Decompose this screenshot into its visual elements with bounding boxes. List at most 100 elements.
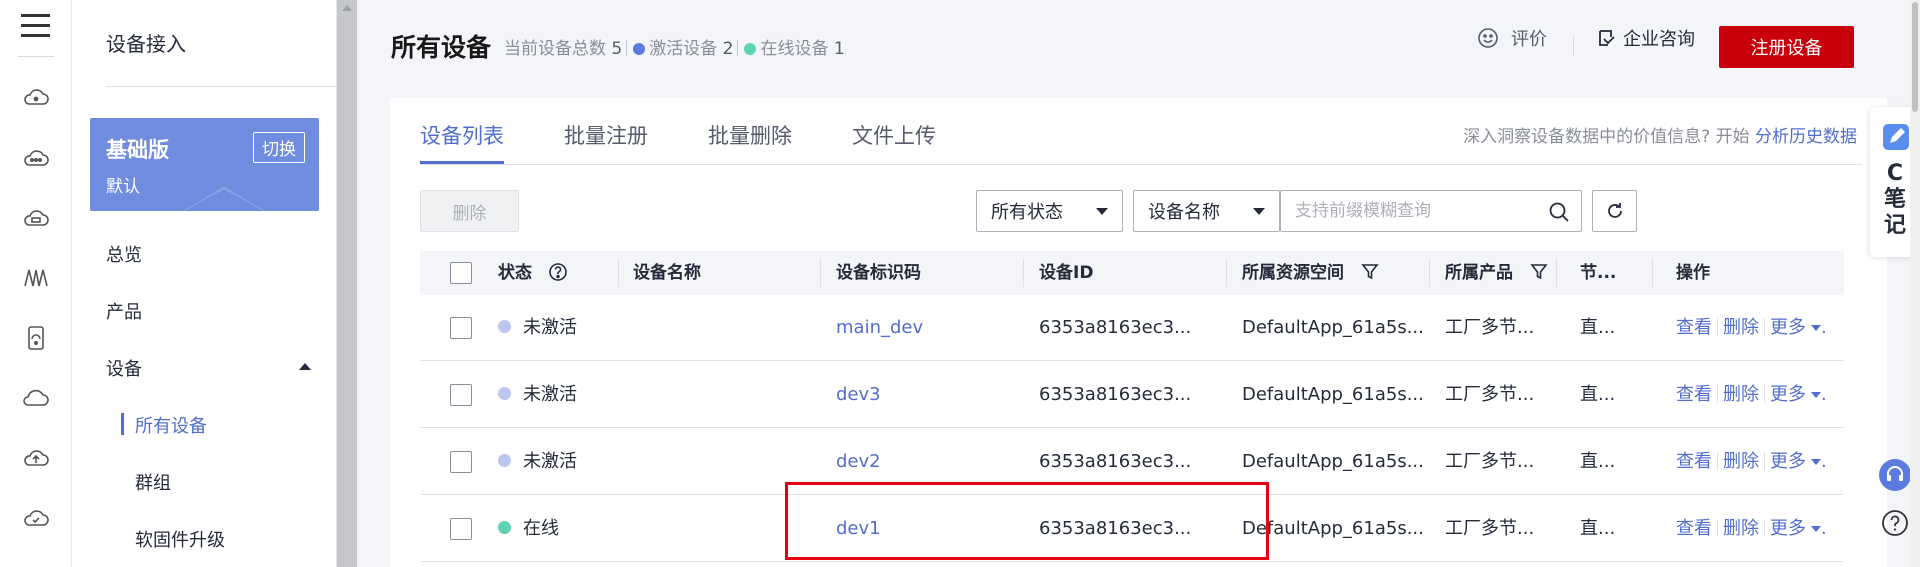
field-select[interactable]: 设备名称 (1133, 190, 1280, 232)
sidebar-item-device[interactable]: 设备 (106, 355, 142, 381)
truncation-dots: . (1821, 451, 1827, 472)
node-id-link[interactable]: dev2 (836, 429, 1016, 495)
sidebar-item-all-devices[interactable]: 所有设备 (121, 412, 207, 438)
sidebar-item-groups[interactable]: 群组 (135, 469, 171, 495)
register-device-button[interactable]: 注册设备 (1719, 26, 1854, 68)
select-all-checkbox[interactable] (450, 262, 472, 284)
more-dropdown[interactable]: 更多. (1770, 518, 1827, 539)
help-icon[interactable] (548, 262, 568, 282)
page-scrollbar-thumb[interactable] (1912, 2, 1918, 112)
insight-text: 深入洞察设备数据中的价值信息? 开始 (1463, 127, 1750, 147)
resource-space-cell: DefaultApp_61a5s... (1242, 384, 1422, 405)
search-input[interactable] (1281, 191, 1531, 231)
summary-divider (626, 40, 628, 56)
wave-icon[interactable] (22, 264, 50, 292)
service-sidebar: 设备接入 基础版 默认 切换 总览 产品 设备 所有设备 群组 软固件升级 (72, 0, 350, 567)
sidebar-item-product[interactable]: 产品 (106, 298, 142, 324)
table-row: 在线 dev1 6353a8163ec3... DefaultApp_61a5s...… (420, 496, 1844, 562)
status-dot (498, 521, 511, 534)
chevron-down-icon (1253, 208, 1265, 215)
more-label: 更多 (1770, 317, 1806, 338)
cloud-box-icon[interactable] (22, 204, 50, 232)
notes-char-2: 记 (1883, 213, 1906, 238)
delete-link[interactable]: 删除 (1723, 384, 1759, 405)
more-dropdown[interactable]: 更多. (1770, 451, 1827, 472)
search-icon[interactable] (1547, 200, 1571, 224)
node-id-link[interactable]: dev3 (836, 362, 1016, 428)
view-link[interactable]: 查看 (1676, 518, 1712, 539)
refresh-icon (1607, 203, 1622, 218)
view-link[interactable]: 查看 (1676, 384, 1712, 405)
menu-icon[interactable] (21, 14, 50, 38)
status-select[interactable]: 所有状态 (976, 190, 1123, 232)
status-dot (498, 454, 511, 467)
cloud-dots-icon[interactable] (22, 144, 50, 172)
row-actions: 查看 删除 更多. (1676, 295, 1827, 361)
row-checkbox[interactable] (450, 384, 472, 406)
more-dropdown[interactable]: 更多. (1770, 317, 1827, 338)
filter-icon[interactable] (1529, 262, 1549, 282)
switch-edition-button[interactable]: 切换 (253, 132, 305, 163)
action-divider (1717, 452, 1718, 470)
cloud-dot-icon[interactable] (22, 84, 50, 112)
truncation-dots: . (1821, 518, 1827, 539)
rate-label: 评价 (1511, 29, 1547, 50)
chevron-up-icon[interactable] (299, 363, 311, 370)
cloud-upload-icon[interactable] (22, 444, 50, 472)
enterprise-consult-link[interactable]: 企业咨询 (1597, 25, 1695, 51)
row-checkbox[interactable] (450, 317, 472, 339)
delete-link[interactable]: 删除 (1723, 451, 1759, 472)
filter-icon[interactable] (1360, 262, 1380, 282)
cloud-check-icon[interactable] (22, 504, 50, 532)
insight-hint: 深入洞察设备数据中的价值信息? 开始 分析历史数据 (1463, 122, 1857, 147)
column-divider (618, 259, 619, 287)
device-icon[interactable] (22, 324, 50, 352)
refresh-button[interactable] (1592, 190, 1637, 232)
row-actions: 查看 删除 更多. (1676, 496, 1827, 562)
tab-file-upload[interactable]: 文件上传 (852, 98, 936, 164)
action-divider (1764, 385, 1765, 403)
rate-link[interactable]: 评价 (1477, 25, 1547, 51)
chevron-down-icon (1096, 208, 1108, 215)
status-dot (498, 320, 511, 333)
resource-space-cell: DefaultApp_61a5s... (1242, 518, 1422, 539)
icon-rail (0, 0, 72, 567)
delete-link[interactable]: 删除 (1723, 518, 1759, 539)
cloud-icon[interactable] (22, 384, 50, 412)
column-header-node-id: 设备标识码 (836, 263, 921, 283)
tab-device-list[interactable]: 设备列表 (420, 98, 504, 164)
view-link[interactable]: 查看 (1676, 317, 1712, 338)
activated-status-dot (633, 43, 646, 55)
smile-icon (1478, 28, 1498, 48)
sidebar-item-overview[interactable]: 总览 (106, 241, 142, 267)
delete-link[interactable]: 删除 (1723, 317, 1759, 338)
node-id-link[interactable]: dev1 (836, 496, 1016, 562)
service-title: 设备接入 (106, 32, 186, 56)
sidebar-scrollbar[interactable] (337, 0, 357, 567)
help-circle-icon[interactable] (1878, 506, 1912, 540)
sidebar-item-firmware-upgrade[interactable]: 软固件升级 (135, 526, 225, 552)
table-row: 未激活 dev3 6353a8163ec3... DefaultApp_61a5s..… (420, 362, 1844, 428)
more-dropdown[interactable]: 更多. (1770, 384, 1827, 405)
delete-button[interactable]: 删除 (420, 190, 519, 232)
action-divider (1717, 318, 1718, 336)
tab-batch-delete[interactable]: 批量删除 (708, 98, 792, 164)
analyze-history-link[interactable]: 分析历史数据 (1755, 127, 1857, 147)
product-cell: 工厂多节... (1445, 317, 1535, 338)
page-scrollbar[interactable] (1910, 0, 1920, 567)
node-id-link[interactable]: main_dev (836, 295, 1016, 361)
note-edit-icon (1883, 124, 1909, 150)
view-link[interactable]: 查看 (1676, 451, 1712, 472)
row-actions: 查看 删除 更多. (1676, 429, 1827, 495)
row-checkbox[interactable] (450, 451, 472, 473)
summary-online-label: 在线设备 (760, 39, 829, 59)
row-checkbox[interactable] (450, 518, 472, 540)
more-label: 更多 (1770, 384, 1806, 405)
summary-total-count: 5 (611, 39, 623, 59)
tab-batch-register[interactable]: 批量注册 (564, 98, 648, 164)
status-cell: 未激活 (498, 429, 577, 495)
scroll-up-arrow-icon[interactable] (342, 5, 352, 11)
customer-service-icon[interactable] (1878, 458, 1912, 492)
device-name-cell (633, 362, 813, 428)
column-header-resource-space-label: 所属资源空间 (1242, 263, 1344, 283)
